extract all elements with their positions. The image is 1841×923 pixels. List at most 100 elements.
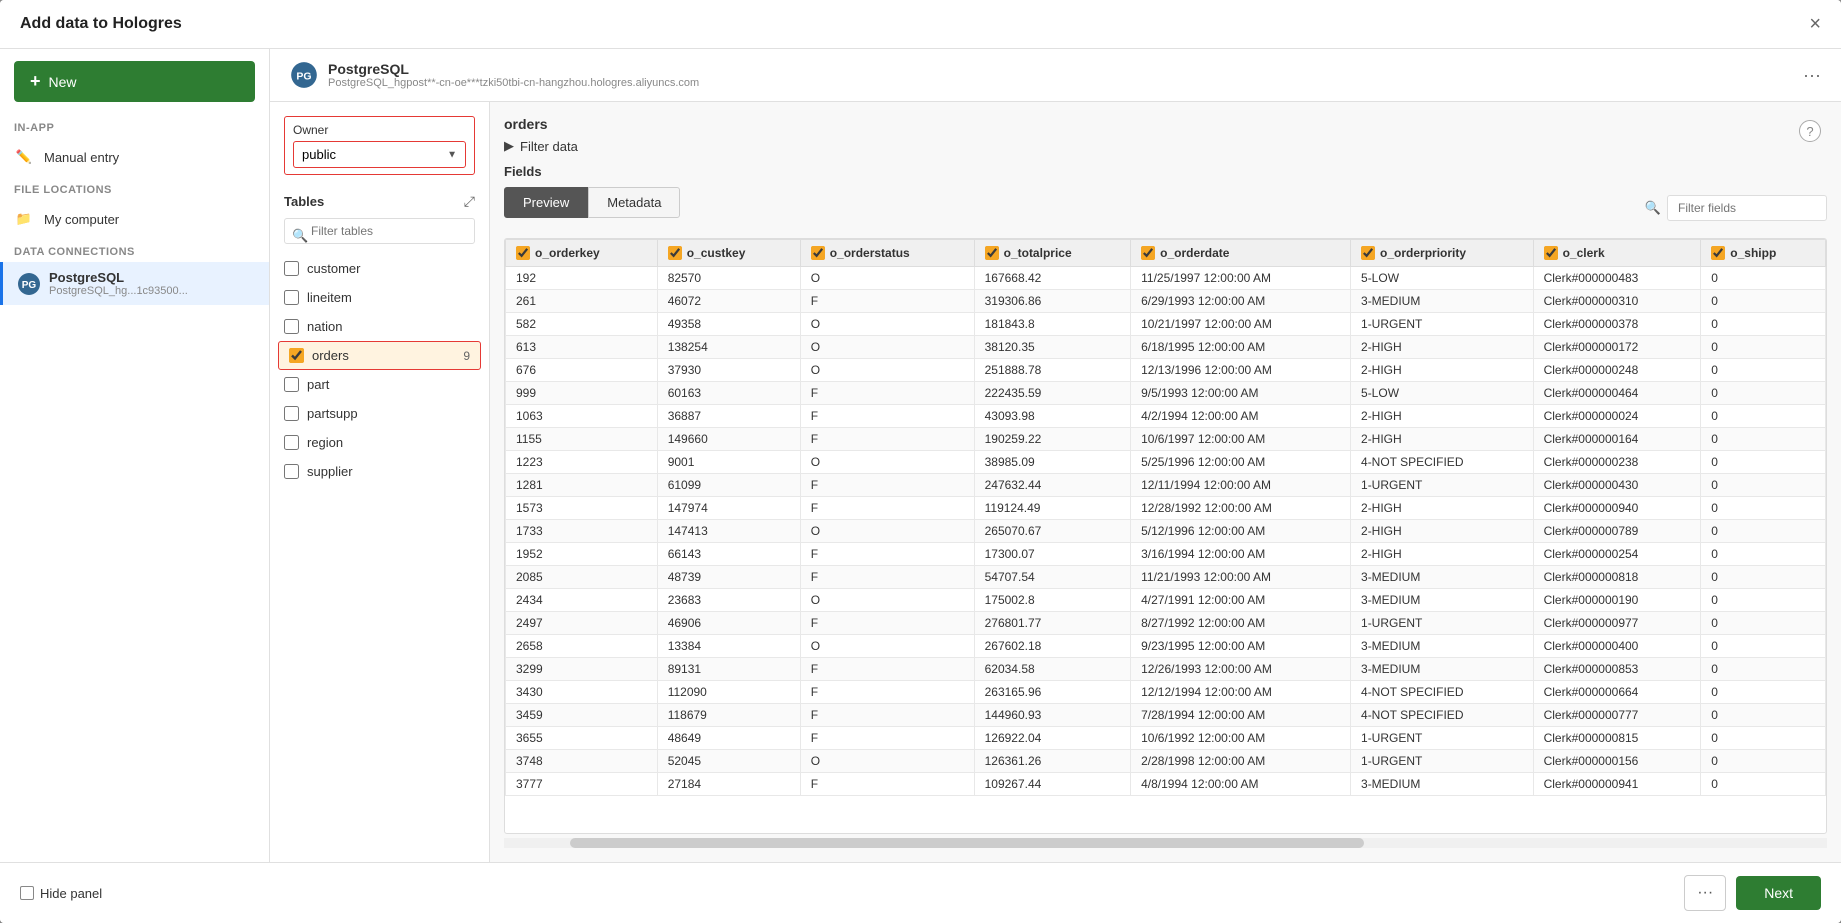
col-label: o_totalprice	[1004, 246, 1072, 260]
table-cell: 265070.67	[974, 520, 1131, 543]
table-cell: F	[800, 612, 974, 635]
table-cell: F	[800, 428, 974, 451]
table-checkbox[interactable]	[284, 377, 299, 392]
footer-more-button[interactable]: ···	[1684, 875, 1726, 911]
data-table: o_orderkeyo_custkeyo_orderstatuso_totalp…	[505, 239, 1826, 796]
table-cell: 3459	[506, 704, 658, 727]
sidebar-item-manual-entry[interactable]: ✏️ Manual entry	[0, 138, 269, 176]
filter-tables-input[interactable]	[284, 218, 475, 244]
table-cell: F	[800, 382, 974, 405]
svg-text:PG: PG	[22, 280, 37, 291]
table-checkbox[interactable]	[284, 319, 299, 334]
table-cell: 2434	[506, 589, 658, 612]
table-row: 3459118679F144960.937/28/1994 12:00:00 A…	[506, 704, 1826, 727]
table-cell: 2/28/1998 12:00:00 AM	[1131, 750, 1351, 773]
col-checkbox[interactable]	[668, 246, 682, 260]
table-cell: 11/21/1993 12:00:00 AM	[1131, 566, 1351, 589]
table-cell: 12/13/1996 12:00:00 AM	[1131, 359, 1351, 382]
table-list-item[interactable]: orders9	[278, 341, 481, 370]
table-checkbox[interactable]	[289, 348, 304, 363]
table-checkbox[interactable]	[284, 435, 299, 450]
close-button[interactable]: ×	[1809, 14, 1821, 34]
connection-more-button[interactable]: ···	[1803, 65, 1821, 86]
field-filter-search-icon: 🔍	[1645, 200, 1661, 216]
table-row: 3430112090F263165.9612/12/1994 12:00:00 …	[506, 681, 1826, 704]
modal-body: + New IN-APP ✏️ Manual entry FILE LOCATI…	[0, 49, 1841, 862]
fields-label: Fields	[504, 164, 1827, 179]
table-list-item[interactable]: lineitem	[270, 283, 489, 312]
table-cell: 0	[1701, 681, 1826, 704]
col-checkbox[interactable]	[1544, 246, 1558, 260]
column-header-o_orderkey: o_orderkey	[506, 240, 658, 267]
tab-preview[interactable]: Preview	[504, 187, 588, 218]
table-count: 9	[463, 349, 470, 363]
col-checkbox[interactable]	[985, 246, 999, 260]
table-list-item[interactable]: partsupp	[270, 399, 489, 428]
field-filter-input[interactable]	[1667, 195, 1827, 221]
table-cell: Clerk#000000310	[1533, 290, 1701, 313]
table-cell: 999	[506, 382, 658, 405]
owner-select[interactable]: public pg_catalog information_schema	[294, 142, 465, 167]
table-list-item[interactable]: customer	[270, 254, 489, 283]
table-cell: 263165.96	[974, 681, 1131, 704]
new-button-label: New	[49, 74, 77, 90]
hide-panel-button[interactable]: Hide panel	[20, 886, 102, 901]
filter-data-label[interactable]: Filter data	[520, 139, 578, 154]
table-cell: 0	[1701, 497, 1826, 520]
col-checkbox[interactable]	[1141, 246, 1155, 260]
table-cell: 319306.86	[974, 290, 1131, 313]
table-cell: 0	[1701, 566, 1826, 589]
folder-icon: 📁	[14, 209, 34, 229]
table-cell: 2497	[506, 612, 658, 635]
table-cell: 112090	[657, 681, 800, 704]
next-button[interactable]: Next	[1736, 876, 1821, 910]
conn-sub: PostgreSQL_hgpost**-cn-oe***tzki50tbi-cn…	[328, 77, 699, 89]
my-computer-label: My computer	[44, 212, 119, 227]
sidebar-item-postgresql[interactable]: PG PostgreSQL PostgreSQL_hg...1c93500...	[0, 262, 269, 305]
horizontal-scrollbar[interactable]	[504, 838, 1827, 848]
table-list-item[interactable]: part	[270, 370, 489, 399]
col-checkbox[interactable]	[516, 246, 530, 260]
table-row: 1573147974F119124.4912/28/1992 12:00:00 …	[506, 497, 1826, 520]
table-list-item[interactable]: nation	[270, 312, 489, 341]
modal-footer: Hide panel ··· Next	[0, 862, 1841, 923]
table-cell: 676	[506, 359, 658, 382]
table-cell: 62034.58	[974, 658, 1131, 681]
table-cell: Clerk#000000248	[1533, 359, 1701, 382]
table-cell: 12/11/1994 12:00:00 AM	[1131, 474, 1351, 497]
table-cell: 0	[1701, 336, 1826, 359]
table-checkbox[interactable]	[284, 261, 299, 276]
modal-header: Add data to Hologres ×	[0, 0, 1841, 49]
table-cell: 3299	[506, 658, 658, 681]
table-checkbox[interactable]	[284, 406, 299, 421]
column-header-o_custkey: o_custkey	[657, 240, 800, 267]
table-cell: 2-HIGH	[1351, 520, 1534, 543]
col-checkbox[interactable]	[1361, 246, 1375, 260]
sidebar-item-my-computer[interactable]: 📁 My computer	[0, 200, 269, 238]
table-list-item[interactable]: supplier	[270, 457, 489, 486]
table-cell: Clerk#000000815	[1533, 727, 1701, 750]
col-checkbox[interactable]	[811, 246, 825, 260]
table-checkbox[interactable]	[284, 464, 299, 479]
help-icon[interactable]: ?	[1799, 120, 1821, 142]
table-cell: 3655	[506, 727, 658, 750]
table-checkbox[interactable]	[284, 290, 299, 305]
table-cell: Clerk#000000254	[1533, 543, 1701, 566]
table-list-item[interactable]: region	[270, 428, 489, 457]
tables-expand-button[interactable]: ⤢	[464, 193, 475, 210]
table-cell: 149660	[657, 428, 800, 451]
table-cell: 1223	[506, 451, 658, 474]
table-cell: 3748	[506, 750, 658, 773]
postgresql-name: PostgreSQL	[49, 270, 188, 285]
table-cell: 82570	[657, 267, 800, 290]
table-cell: 5/12/1996 12:00:00 AM	[1131, 520, 1351, 543]
col-checkbox[interactable]	[1711, 246, 1725, 260]
new-button[interactable]: + New	[14, 61, 255, 102]
table-cell: 6/18/1995 12:00:00 AM	[1131, 336, 1351, 359]
column-header-o_orderdate: o_orderdate	[1131, 240, 1351, 267]
table-cell: O	[800, 750, 974, 773]
tab-metadata[interactable]: Metadata	[588, 187, 680, 218]
table-cell: 46072	[657, 290, 800, 313]
table-cell: 2-HIGH	[1351, 497, 1534, 520]
table-cell: F	[800, 681, 974, 704]
